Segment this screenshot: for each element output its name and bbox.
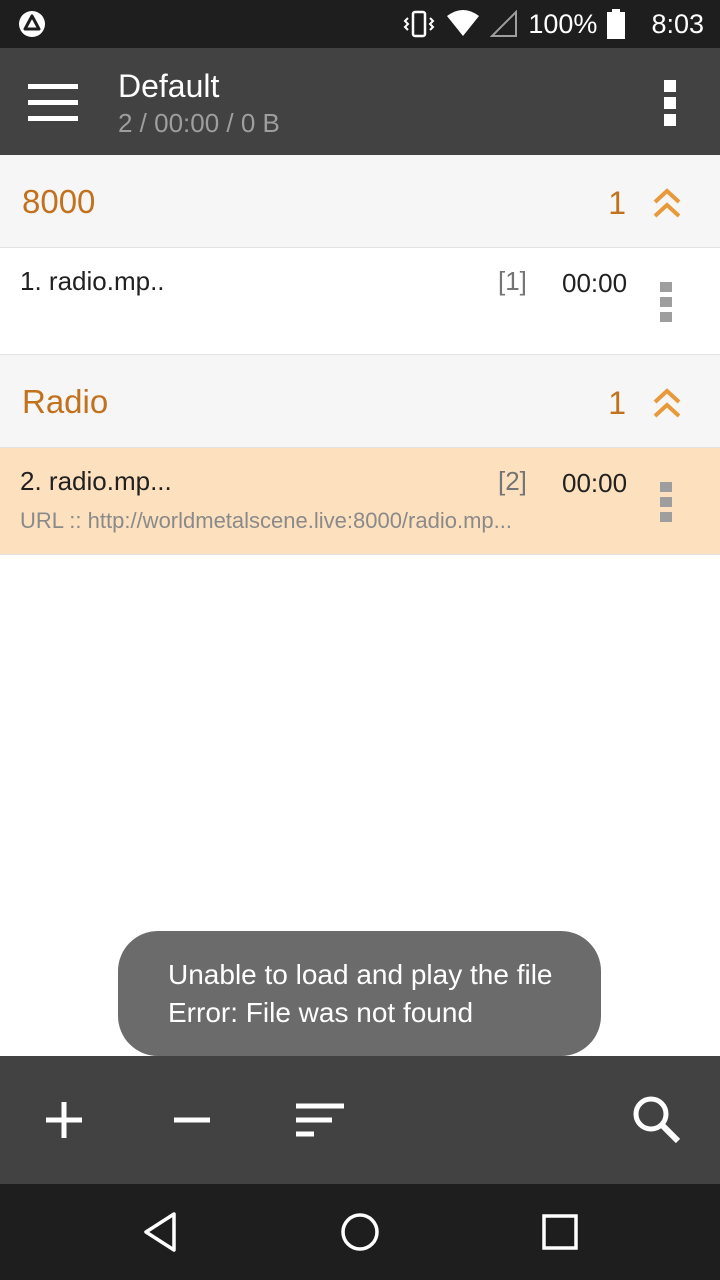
clock: 8:03 [651, 8, 704, 39]
track-name: 2. radio.mp... [20, 466, 172, 496]
track-row[interactable]: 1. radio.mp.. [1] 00:00 [0, 248, 720, 355]
double-chevron-up-icon[interactable] [650, 385, 684, 421]
more-vert-icon[interactable] [660, 482, 672, 522]
error-toast: Unable to load and play the file Error: … [118, 931, 601, 1056]
plus-icon[interactable] [34, 1090, 94, 1150]
app-notification-icon [19, 11, 45, 37]
more-vert-icon[interactable] [656, 78, 686, 128]
hamburger-icon[interactable] [22, 76, 84, 128]
playlist-title: Default [118, 68, 220, 104]
group-header-radio[interactable]: Radio 1 [0, 355, 720, 448]
group-title: 8000 [22, 183, 96, 220]
track-index: [2] [498, 466, 527, 496]
system-nav-bar [0, 1184, 720, 1280]
toast-message: Unable to load and play the file [168, 959, 553, 990]
battery-icon [607, 9, 626, 39]
bottom-toolbar [0, 1056, 720, 1184]
double-chevron-up-icon[interactable] [650, 185, 684, 221]
track-duration: 00:00 [562, 268, 628, 298]
track-index: [1] [498, 266, 527, 296]
status-bar: 100% 8:03 [0, 0, 720, 48]
track-url: URL :: http://worldmetalscene.live:8000/… [20, 508, 512, 533]
minus-icon[interactable] [162, 1090, 222, 1150]
more-vert-icon[interactable] [660, 282, 672, 322]
group-title: Radio [22, 383, 109, 420]
back-triangle-icon[interactable] [138, 1210, 182, 1254]
battery-percent: 100% [528, 8, 598, 39]
track-name: 1. radio.mp.. [20, 266, 165, 296]
group-count: 1 [608, 385, 626, 421]
group-count: 1 [608, 185, 626, 221]
app-bar: Default 2 / 00:00 / 0 B [0, 48, 720, 155]
track-duration: 00:00 [562, 468, 628, 498]
playlist-summary: 2 / 00:00 / 0 B [118, 108, 280, 138]
home-circle-icon[interactable] [338, 1210, 382, 1254]
toast-error: Error: File was not found [168, 997, 474, 1028]
vibrate-icon [403, 10, 435, 38]
search-icon[interactable] [626, 1090, 686, 1150]
group-header-8000[interactable]: 8000 1 [0, 155, 720, 248]
wifi-icon [447, 10, 480, 36]
sort-icon[interactable] [290, 1090, 350, 1150]
recents-square-icon[interactable] [538, 1210, 582, 1254]
signal-icon [490, 10, 518, 37]
track-row-active[interactable]: 2. radio.mp... [2] 00:00 URL :: http://w… [0, 448, 720, 555]
